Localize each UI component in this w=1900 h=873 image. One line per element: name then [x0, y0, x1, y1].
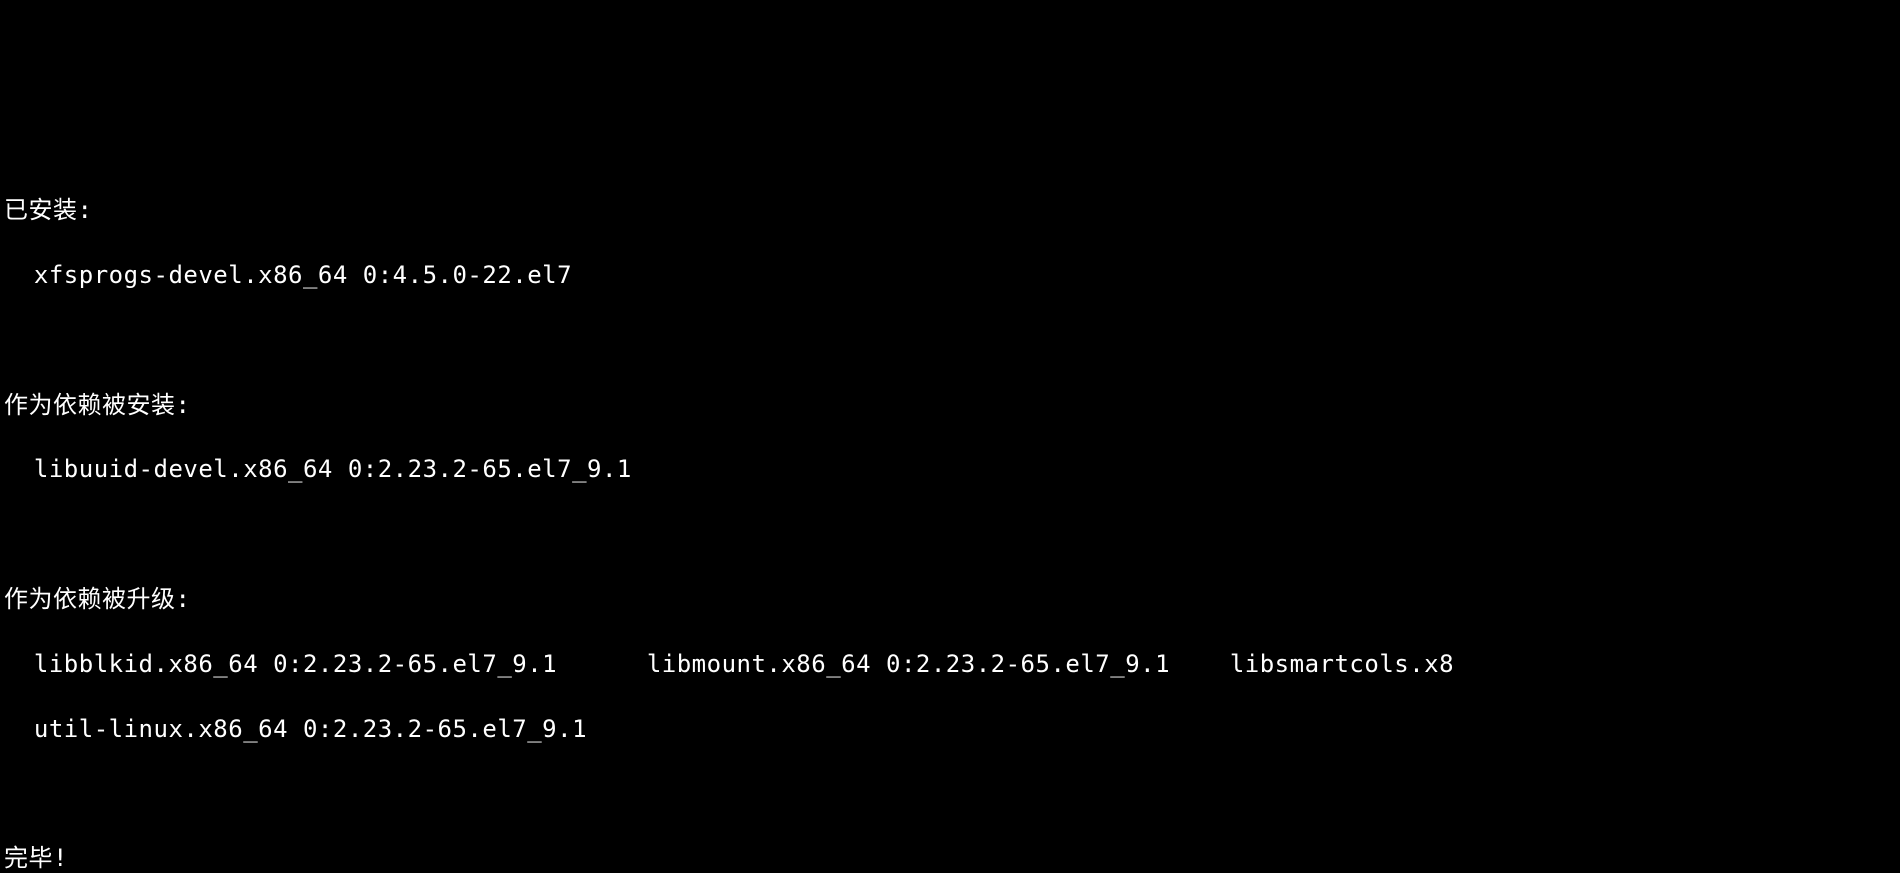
output-line — [4, 324, 1896, 356]
output-line: util-linux.x86_64 0:2.23.2-65.el7_9.1 — [4, 713, 1896, 745]
output-line: xfsprogs-devel.x86_64 0:4.5.0-22.el7 — [4, 259, 1896, 291]
output-line — [4, 518, 1896, 550]
output-line: 完毕! — [4, 842, 1896, 873]
output-line: 作为依赖被升级: — [4, 583, 1896, 615]
output-line: libblkid.x86_64 0:2.23.2-65.el7_9.1 libm… — [4, 648, 1896, 680]
output-line: libuuid-devel.x86_64 0:2.23.2-65.el7_9.1 — [4, 453, 1896, 485]
output-line: 已安装: — [4, 194, 1896, 226]
output-line — [4, 777, 1896, 809]
terminal-output[interactable]: 已安装: xfsprogs-devel.x86_64 0:4.5.0-22.el… — [0, 162, 1900, 873]
output-line: 作为依赖被安装: — [4, 389, 1896, 421]
